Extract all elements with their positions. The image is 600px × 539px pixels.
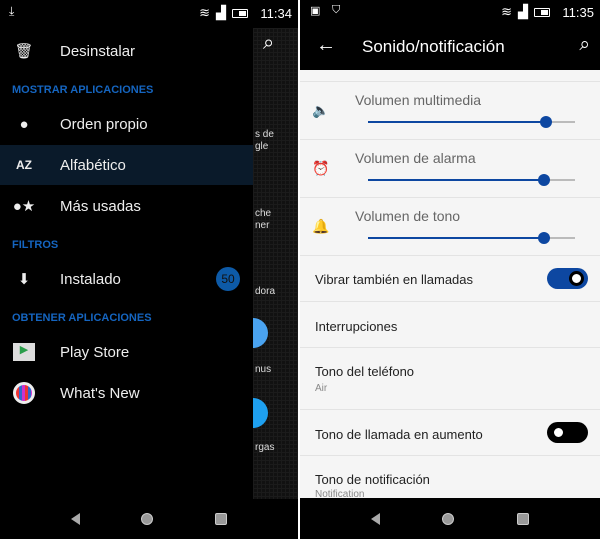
drawer-item-label: What's New bbox=[60, 384, 140, 402]
row-title: Tono de notificación bbox=[315, 472, 430, 487]
search-icon[interactable]: ⌕ bbox=[263, 32, 274, 55]
app-grid-background: ⌕ s de gle che ner dora nus rgas bbox=[238, 28, 298, 499]
ringtone-row[interactable]: Tono del teléfono Air bbox=[300, 348, 600, 410]
signal-icon: ▟ bbox=[216, 5, 226, 20]
divider bbox=[300, 70, 600, 82]
search-icon[interactable]: ⌕ bbox=[579, 34, 590, 56]
volume-label: Volumen multimedia bbox=[355, 92, 482, 108]
person-star-icon: ●★ bbox=[12, 198, 36, 215]
drawer-item-label: Play Store bbox=[60, 343, 130, 361]
drawer-item-whats-new[interactable]: What's New bbox=[0, 373, 253, 413]
settings-list: 🔈 Volumen multimedia ⏰ Volumen de alarma… bbox=[300, 70, 600, 500]
drawer-item-own-order[interactable]: ● Orden propio bbox=[0, 104, 253, 144]
drawer-item-label: Más usadas bbox=[60, 197, 141, 215]
sort-az-icon: AZ bbox=[16, 158, 32, 172]
whats-new-icon bbox=[0, 382, 60, 404]
ascending-ringtone-row[interactable]: Tono de llamada en aumento bbox=[300, 410, 600, 456]
drawer-item-alphabetic[interactable]: AZ Alfabético bbox=[0, 145, 253, 185]
signal-icon: ▟ bbox=[518, 4, 528, 19]
volumen-de-alarma-slider[interactable] bbox=[368, 174, 575, 186]
back-button[interactable] bbox=[70, 513, 80, 525]
navigation-bar bbox=[0, 499, 298, 539]
image-notification-icon: ▣ bbox=[310, 5, 321, 17]
wifi-icon: ≋ bbox=[199, 5, 210, 20]
slider-fill bbox=[368, 237, 544, 239]
row-subtitle: Air bbox=[315, 383, 328, 394]
trash-icon: 🗑 bbox=[14, 43, 34, 60]
app-label[interactable]: gle bbox=[255, 141, 268, 153]
drawer-item-play-store[interactable]: ▶ Play Store bbox=[0, 332, 253, 372]
toolbar: ← Sonido/notificación ⌕ bbox=[300, 24, 600, 70]
interruptions-row[interactable]: Interrupciones bbox=[300, 302, 600, 348]
left-phone-screen: ⤓ ≋ ▟ 11:34 ⌕ s de gle che ner dora nus r… bbox=[0, 0, 298, 539]
row-title: Vibrar también en llamadas bbox=[315, 272, 474, 287]
app-label[interactable]: nus bbox=[255, 364, 271, 376]
back-button[interactable] bbox=[371, 512, 381, 525]
app-label[interactable]: rgas bbox=[255, 442, 274, 454]
slider-thumb[interactable] bbox=[537, 174, 550, 186]
recents-button[interactable] bbox=[516, 512, 529, 525]
person-icon: ● bbox=[19, 115, 29, 133]
drawer-item-label: Alfabético bbox=[60, 156, 126, 174]
app-label[interactable]: che bbox=[255, 208, 271, 220]
row-title: Tono de llamada en aumento bbox=[315, 427, 483, 442]
drawer-item-uninstall[interactable]: 🗑 Desinstalar bbox=[0, 31, 253, 71]
drawer-item-installed[interactable]: ⬇ Instalado 50 bbox=[0, 259, 253, 299]
status-bar: ▣ ⛉ ≋ ▟ 11:35 bbox=[300, 0, 600, 24]
volume-row: 🔔 Volumen de tono bbox=[300, 198, 600, 256]
back-arrow-icon[interactable]: ← bbox=[316, 34, 336, 57]
navigation-bar bbox=[300, 498, 600, 539]
clock: 11:35 bbox=[562, 5, 594, 20]
row-title: Interrupciones bbox=[315, 319, 398, 334]
wifi-icon: ≋ bbox=[501, 4, 512, 19]
volume-label: Volumen de alarma bbox=[355, 150, 476, 166]
drawer-item-most-used[interactable]: ●★ Más usadas bbox=[0, 186, 253, 226]
bell-icon: 🔔 bbox=[312, 218, 330, 234]
home-button[interactable] bbox=[442, 512, 455, 525]
speaker-icon: 🔈 bbox=[312, 102, 330, 118]
slider-fill bbox=[368, 179, 544, 181]
slider-fill bbox=[368, 121, 547, 123]
page-title: Sonido/notificación bbox=[362, 37, 505, 56]
vibrate-toggle[interactable] bbox=[547, 268, 588, 289]
drawer-item-label: Instalado bbox=[60, 270, 121, 288]
section-header: MOSTRAR APLICACIONES bbox=[12, 84, 154, 96]
volumen-multimedia-slider[interactable] bbox=[368, 116, 575, 128]
home-button[interactable] bbox=[141, 513, 154, 525]
right-phone-screen: ▣ ⛉ ≋ ▟ 11:35 ← Sonido/notificación ⌕ 🔈 V… bbox=[300, 0, 600, 539]
status-bar: ⤓ ≋ ▟ 11:34 bbox=[0, 0, 298, 28]
drawer-item-label: Orden propio bbox=[60, 115, 148, 133]
navigation-drawer: 🗑 Desinstalar MOSTRAR APLICACIONES ● Orden… bbox=[0, 28, 253, 499]
ascending-ringtone-toggle[interactable] bbox=[547, 422, 588, 443]
battery-icon bbox=[534, 7, 550, 17]
row-title: Tono del teléfono bbox=[315, 364, 415, 379]
app-label[interactable]: s de bbox=[255, 129, 274, 141]
app-label[interactable]: ner bbox=[255, 220, 269, 232]
volume-row: 🔈 Volumen multimedia bbox=[300, 82, 600, 140]
section-header: FILTROS bbox=[12, 239, 59, 251]
clock: 11:34 bbox=[260, 6, 292, 21]
briefcase-download-icon: ⬇ bbox=[17, 271, 31, 288]
alarm-icon: ⏰ bbox=[312, 160, 330, 176]
slider-thumb[interactable] bbox=[537, 232, 550, 244]
volumen-de-tono-slider[interactable] bbox=[368, 232, 575, 244]
drawer-item-label: Desinstalar bbox=[60, 42, 136, 60]
play-store-icon: ▶ bbox=[0, 343, 60, 361]
recents-button[interactable] bbox=[215, 513, 228, 525]
app-label[interactable]: dora bbox=[255, 286, 275, 298]
bag-notification-icon: ⛉ bbox=[332, 4, 341, 16]
section-header: OBTENER APLICACIONES bbox=[12, 312, 152, 324]
count-badge: 50 bbox=[216, 267, 240, 291]
download-icon: ⤓ bbox=[9, 4, 15, 18]
volume-label: Volumen de tono bbox=[355, 208, 461, 224]
battery-icon bbox=[232, 8, 248, 18]
vibrate-row[interactable]: Vibrar también en llamadas bbox=[300, 256, 600, 302]
volume-row: ⏰ Volumen de alarma bbox=[300, 140, 600, 198]
slider-thumb[interactable] bbox=[540, 116, 553, 128]
